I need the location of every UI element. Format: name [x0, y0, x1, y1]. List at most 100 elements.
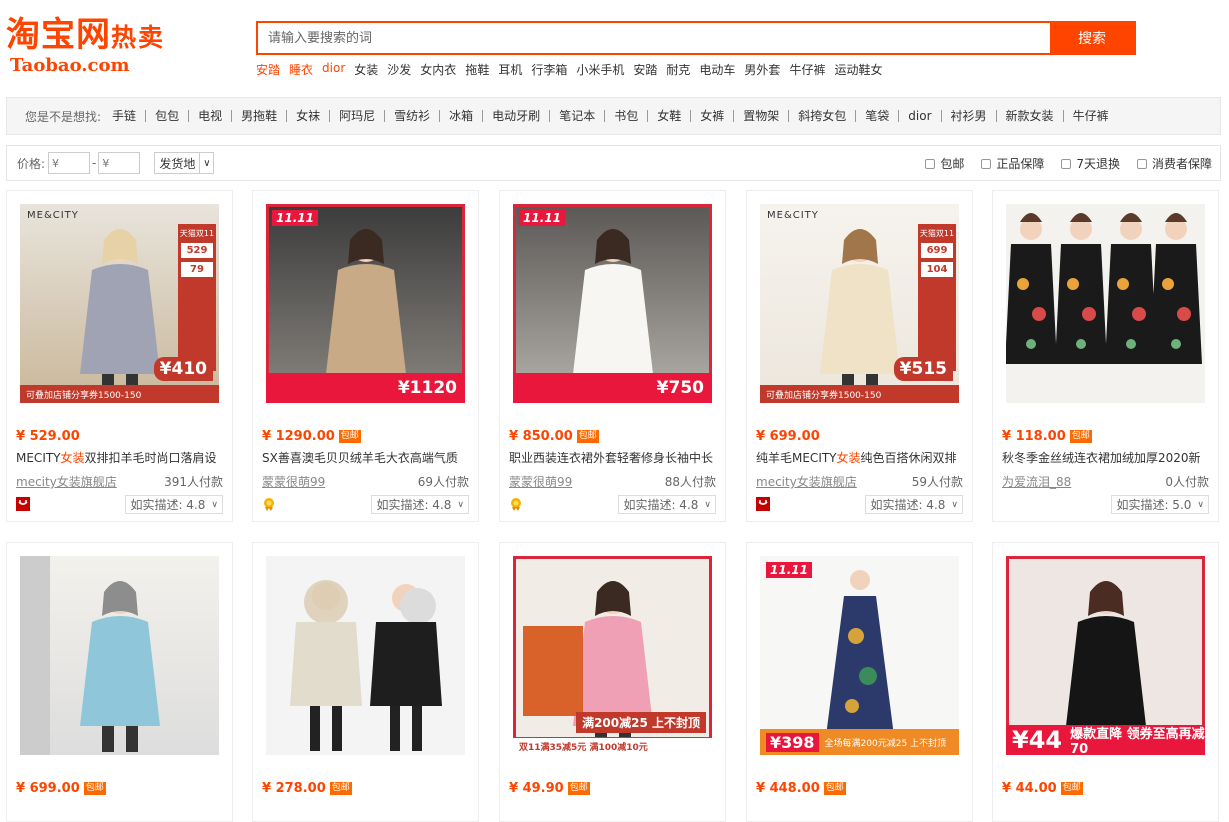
promo-band: 可叠加店铺分享券1500-150 — [20, 385, 219, 403]
suggestion-keyword[interactable]: 衬衫男 — [942, 110, 997, 122]
hot-word-link[interactable]: 耳机 — [498, 61, 522, 78]
promo-band: 双11满35减5元 满100减10元 — [513, 737, 712, 755]
hot-word-link[interactable]: 耐克 — [666, 61, 690, 78]
checkbox-icon[interactable] — [1136, 158, 1147, 169]
hot-word-link[interactable]: 睡衣 — [289, 61, 313, 78]
product-title[interactable]: SX善喜澳毛贝贝绒羊毛大衣高端气质 — [262, 449, 472, 466]
suggestion-keyword[interactable]: 女鞋 — [648, 110, 692, 122]
product-image[interactable]: ME&CITY 天猫双11 699 104 ¥515 可叠加店铺分享券1500-150 — [760, 204, 959, 403]
hot-word-link[interactable]: 小米手机 — [576, 61, 624, 78]
suggestion-keyword[interactable]: 阿玛尼 — [330, 110, 386, 122]
hot-word-link[interactable]: 行李箱 — [531, 61, 567, 78]
checkbox-icon[interactable] — [981, 158, 992, 169]
product-image[interactable] — [20, 556, 219, 755]
header: 淘宝网热卖 Taobao.com 搜索 安踏睡衣dior女装沙发女内衣拖鞋耳机行… — [0, 0, 1229, 90]
product-image[interactable]: 11.11 ¥750 — [513, 204, 712, 403]
filter-checkbox[interactable]: 包邮 — [925, 155, 964, 172]
price-max-input[interactable] — [98, 152, 141, 174]
rating-dropdown[interactable]: 如实描述: 4.8 ∨ — [125, 495, 223, 514]
hot-word-link[interactable]: 牛仔裤 — [789, 61, 825, 78]
hot-word-link[interactable]: 女内衣 — [420, 61, 456, 78]
suggestion-keyword[interactable]: 新款女装 — [997, 110, 1064, 122]
rating-dropdown[interactable]: 如实描述: 4.8 ∨ — [618, 495, 716, 514]
suggestion-keyword[interactable]: 男拖鞋 — [232, 110, 288, 122]
promo-price-bar: ¥750 — [513, 373, 712, 403]
hot-word-link[interactable]: 安踏 — [256, 61, 280, 78]
suggestion-keyword[interactable]: 女裤 — [691, 110, 735, 122]
filter-checkbox[interactable]: 7天退换 — [1061, 155, 1120, 172]
search-input[interactable] — [258, 23, 1050, 53]
suggestion-keyword[interactable]: 包包 — [146, 110, 190, 122]
suggestion-keyword[interactable]: 笔袋 — [856, 110, 900, 122]
suggestion-keyword[interactable]: 置物架 — [734, 110, 790, 122]
product-card[interactable]: ¥ 278.00 包邮 — [252, 542, 479, 822]
suggestion-keyword[interactable]: 女袜 — [287, 110, 331, 122]
free-shipping-badge: 包邮 — [823, 782, 846, 795]
product-image[interactable]: ¥44 爆款直降 领券至高再减70 — [1006, 556, 1205, 755]
suggestion-keyword[interactable]: 手链 — [103, 110, 147, 122]
suggestion-keyword[interactable]: dior — [899, 110, 942, 122]
checkbox-icon[interactable] — [1061, 158, 1072, 169]
product-price: ¥ 44.00 包邮 — [1002, 781, 1083, 796]
hot-word-link[interactable]: 男外套 — [744, 61, 780, 78]
shop-link[interactable]: mecity女装旗舰店 — [756, 473, 876, 490]
product-card[interactable]: 满200减25 上不封顶 双11满35减5元 满100减10元 ¥ 49.90 包邮 — [499, 542, 726, 822]
suggestion-keyword[interactable]: 冰箱 — [440, 110, 484, 122]
taobao-logo[interactable]: 淘宝网热卖 Taobao.com — [6, 16, 206, 78]
hot-word-link[interactable]: 沙发 — [387, 61, 411, 78]
hot-word-link[interactable]: 拖鞋 — [465, 61, 489, 78]
filter-checkbox[interactable]: 正品保障 — [981, 155, 1044, 172]
product-image[interactable] — [1006, 204, 1205, 403]
product-title[interactable]: 纯羊毛MECITY女装纯色百搭休闲双排 — [756, 449, 966, 466]
shop-link[interactable]: 为爱流泪_88 — [1002, 473, 1122, 490]
shop-link[interactable]: mecity女装旗舰店 — [16, 473, 136, 490]
search-button[interactable]: 搜索 — [1050, 23, 1134, 53]
hot-word-link[interactable]: 运动鞋女 — [834, 61, 882, 78]
shop-link[interactable]: 蒙蒙很萌99 — [509, 473, 629, 490]
suggestion-keyword[interactable]: 斜挎女包 — [789, 110, 857, 122]
hot-word-link[interactable]: 安踏 — [633, 61, 657, 78]
product-image[interactable] — [266, 556, 465, 755]
model-figure — [290, 580, 442, 751]
product-card[interactable]: ¥ 699.00 包邮 — [6, 542, 233, 822]
product-image[interactable]: 11.11 ¥1120 — [266, 204, 465, 403]
product-image[interactable]: ME&CITY 天猫双11 529 79 ¥410 可叠加店铺分享券1500-150 — [20, 204, 219, 403]
product-image[interactable]: 11.11 ¥398 全场每满200元减25 上不封顶 — [760, 556, 959, 755]
checkbox-icon[interactable] — [925, 158, 936, 169]
suggestion-keyword[interactable]: 牛仔裤 — [1064, 110, 1118, 122]
suggestion-keyword[interactable]: 雪纺衫 — [385, 110, 441, 122]
product-image[interactable]: 满200减25 上不封顶 双11满35减5元 满100减10元 — [513, 556, 712, 755]
suggestion-keyword[interactable]: 书包 — [605, 110, 649, 122]
product-card[interactable]: 11.11 ¥398 全场每满200元减25 上不封顶 ¥ 448.00 包邮 — [746, 542, 973, 822]
brand-logo: ME&CITY — [27, 210, 79, 221]
product-card[interactable]: 11.11 ¥750 ¥ 850.00 包邮职业西装连衣裙外套轻奢修身长袖中长 蒙蒙很萌… — [499, 190, 726, 522]
rating-dropdown[interactable]: 如实描述: 4.8 ∨ — [865, 495, 963, 514]
product-card[interactable]: ME&CITY 天猫双11 529 79 ¥410 可叠加店铺分享券1500-150 ¥ 5… — [6, 190, 233, 522]
product-card[interactable]: ¥44 爆款直降 领券至高再减70 ¥ 44.00 包邮 — [992, 542, 1219, 822]
shop-link[interactable]: 蒙蒙很萌99 — [262, 473, 382, 490]
model-figure — [826, 570, 894, 736]
product-card[interactable]: ¥ 118.00 包邮 秋冬季金丝绒连衣裙加绒加厚2020新 为爱流泪_88 0人付款如… — [992, 190, 1219, 522]
rating-dropdown[interactable]: 如实描述: 4.8 ∨ — [371, 495, 469, 514]
hot-word-link[interactable]: 女装 — [354, 61, 378, 78]
suggestion-keyword[interactable]: 笔记本 — [550, 110, 606, 122]
search-bar: 搜索 — [256, 21, 1136, 55]
product-card[interactable]: 11.11 ¥1120 ¥ 1290.00 包邮 SX善喜澳毛贝贝绒羊毛大衣高端气质 蒙蒙… — [252, 190, 479, 522]
filter-checkbox[interactable]: 消费者保障 — [1136, 155, 1212, 172]
rating-dropdown[interactable]: 如实描述: 5.0 ∨ — [1111, 495, 1209, 514]
product-title[interactable]: MECITY女装双排扣羊毛时尚口落肩设 — [16, 449, 226, 466]
hot-word-link[interactable]: 电动车 — [699, 61, 735, 78]
product-title[interactable]: 秋冬季金丝绒连衣裙加绒加厚2020新 — [1002, 449, 1212, 466]
hot-word-link[interactable]: dior — [322, 61, 345, 78]
checkbox-label: 7天退换 — [1076, 157, 1120, 171]
suggestion-keyword[interactable]: 电动牙刷 — [483, 110, 551, 122]
product-price: ¥ 529.00 — [16, 429, 80, 444]
product-price: ¥ 850.00 包邮 — [509, 429, 599, 444]
promo-band: 可叠加店铺分享券1500-150 — [760, 385, 959, 403]
product-card[interactable]: ME&CITY 天猫双11 699 104 ¥515 可叠加店铺分享券1500-150 ¥ … — [746, 190, 973, 522]
location-select[interactable]: 发货地 ∨ — [154, 152, 215, 174]
product-title[interactable]: 职业西装连衣裙外套轻奢修身长袖中长 — [509, 449, 719, 466]
chevron-down-icon: ∨ — [457, 499, 464, 510]
suggestion-keyword[interactable]: 电视 — [189, 110, 233, 122]
price-min-input[interactable] — [48, 152, 91, 174]
